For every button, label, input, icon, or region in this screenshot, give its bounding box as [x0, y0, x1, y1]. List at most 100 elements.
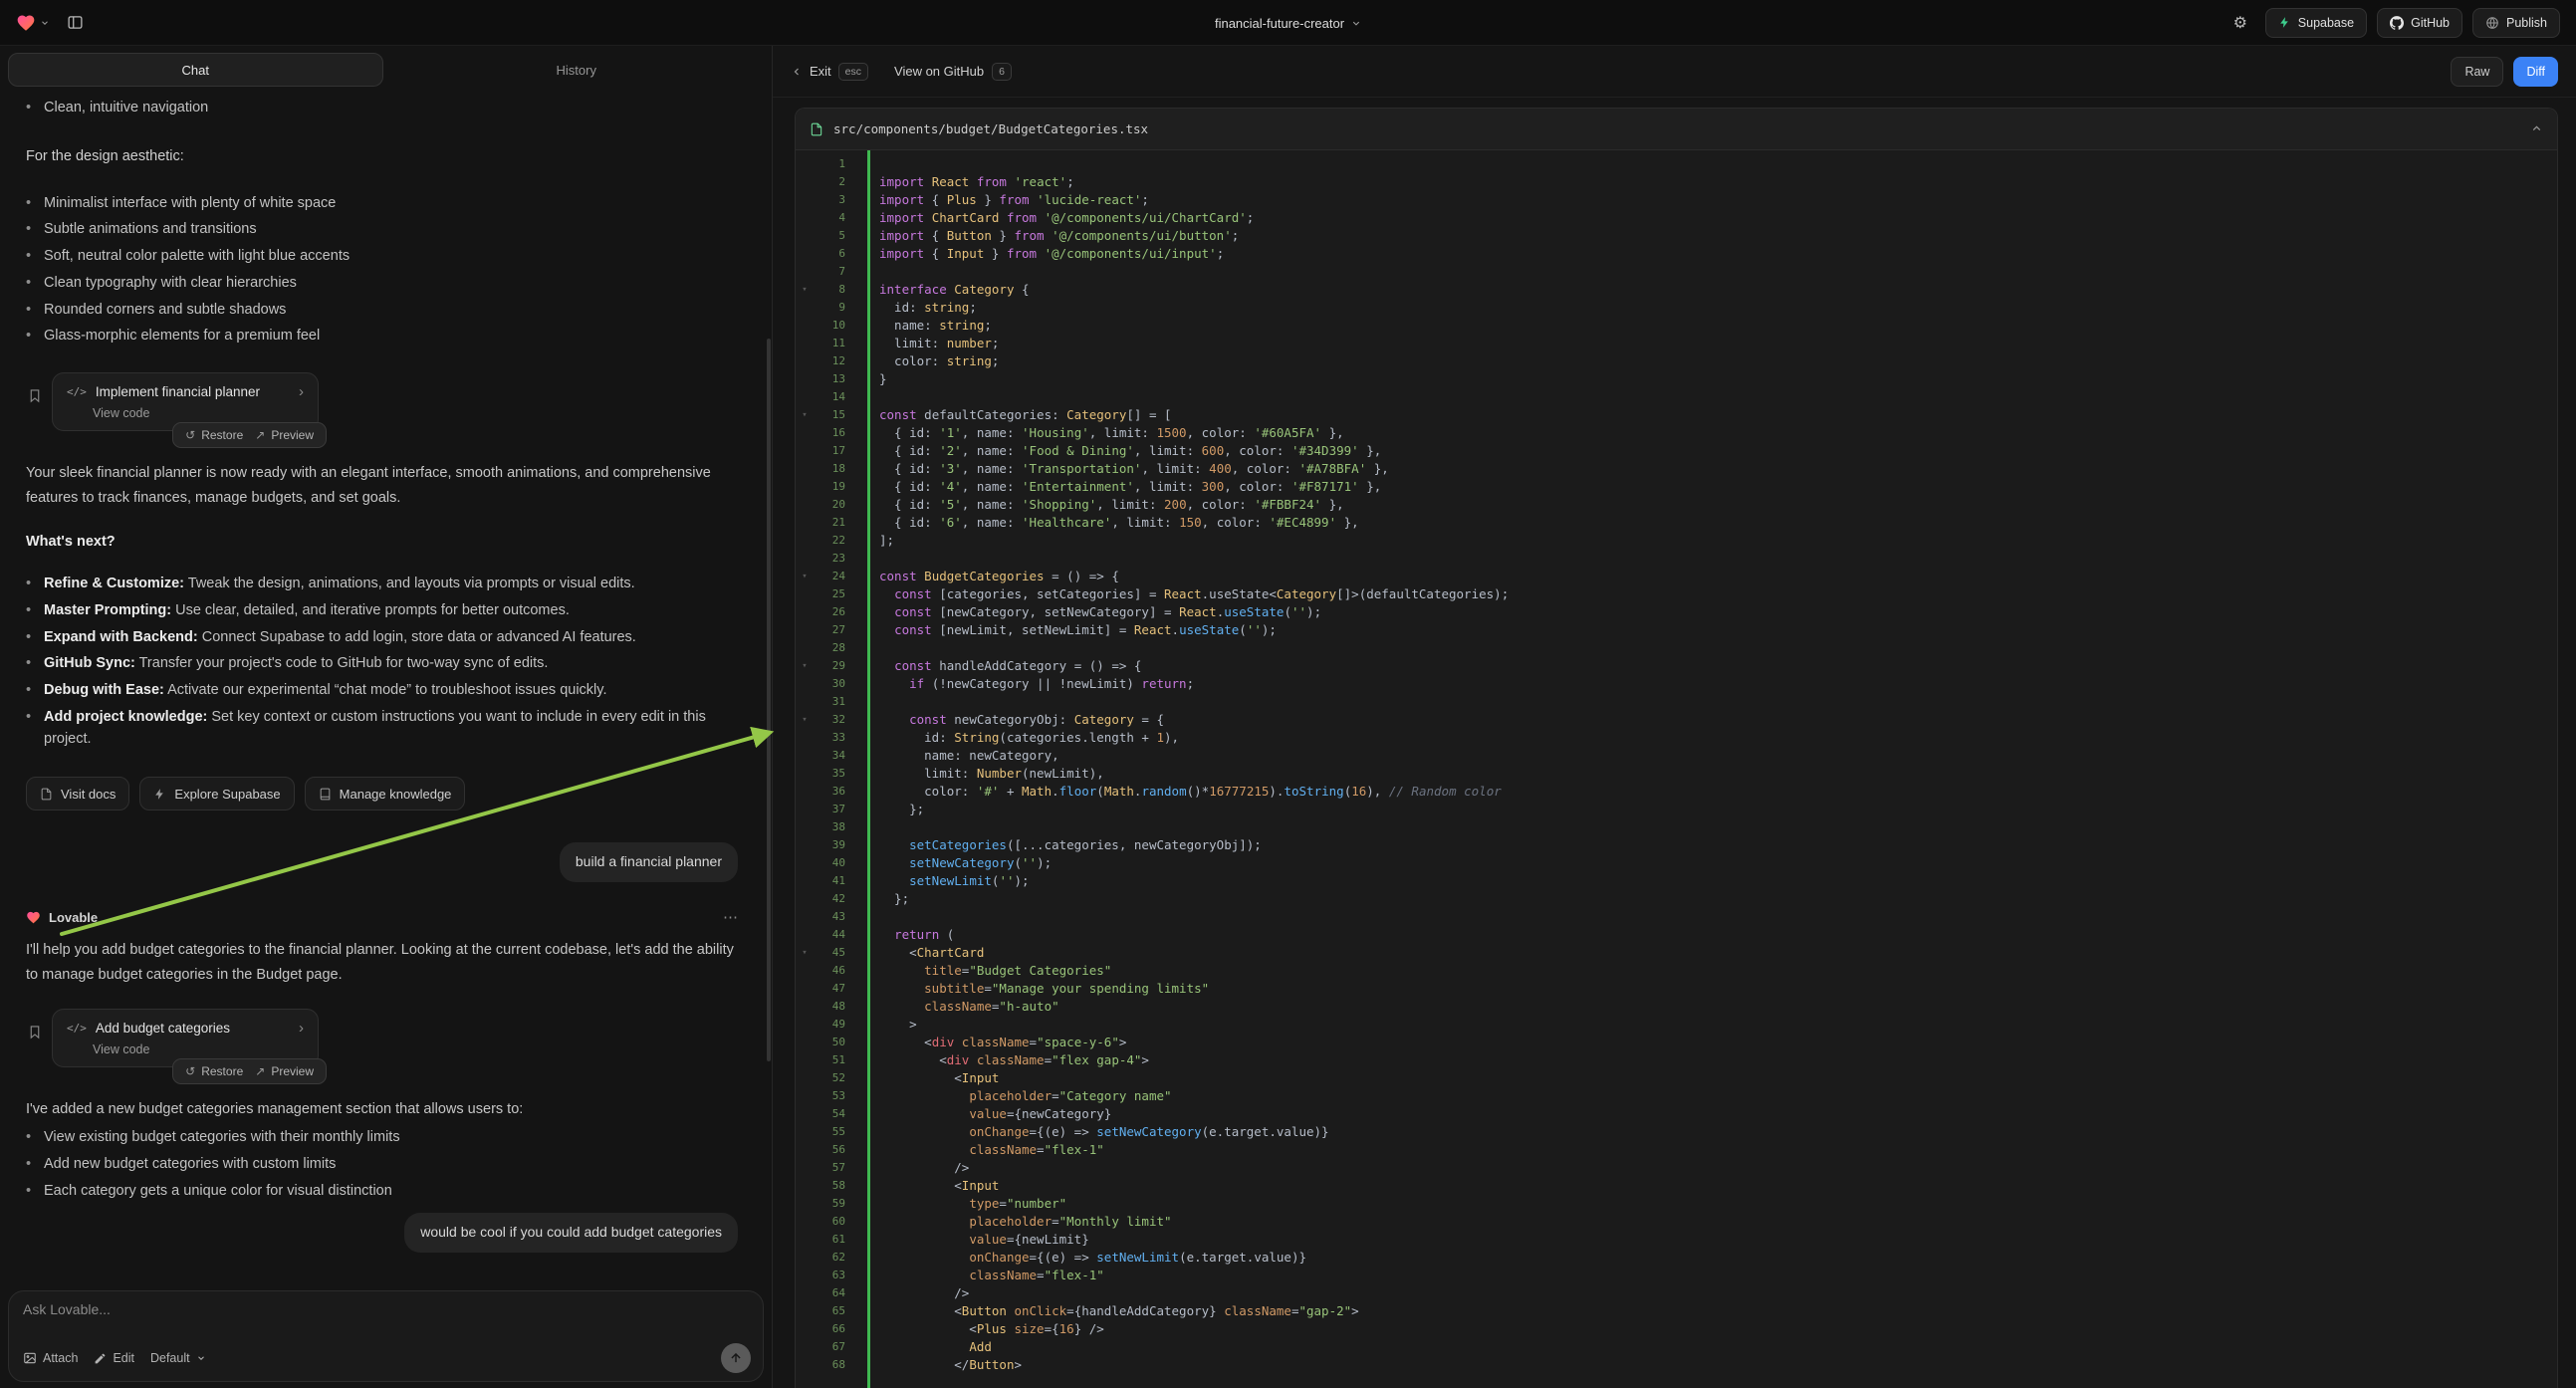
fold-chevron-icon — [796, 818, 814, 836]
lovable-heart-icon — [16, 13, 36, 33]
preview-button[interactable]: ↗Preview — [255, 428, 314, 442]
diff-toggle-button[interactable]: Diff — [2513, 57, 2558, 87]
github-button[interactable]: GitHub — [2377, 8, 2462, 38]
prompt-input[interactable] — [23, 1301, 751, 1343]
fold-chevron-icon — [796, 890, 814, 908]
whats-next-heading: What's next? — [26, 530, 738, 555]
line-number: 56 — [814, 1141, 857, 1159]
chat-history-tabs: Chat History — [0, 46, 772, 94]
line-number: 33 — [814, 729, 857, 747]
restore-button[interactable]: ↺Restore — [185, 428, 243, 442]
bookmark-icon[interactable] — [26, 1025, 44, 1040]
tab-history[interactable]: History — [389, 53, 765, 87]
code-text: <div className="flex gap-4"> — [857, 1051, 1149, 1069]
explore-supabase-button[interactable]: Explore Supabase — [139, 777, 294, 810]
code-line: 37 }; — [796, 801, 2557, 818]
code-text: ]; — [857, 532, 894, 550]
bookmark-icon[interactable] — [26, 388, 44, 403]
app-window: financial-future-creator ⚙ Supabase GitH… — [0, 0, 2576, 1388]
fold-chevron-icon[interactable]: ▾ — [796, 944, 814, 962]
chevron-down-icon — [196, 1353, 206, 1363]
code-line: 42 }; — [796, 890, 2557, 908]
code-line: 31 — [796, 693, 2557, 711]
fold-chevron-icon — [796, 693, 814, 711]
panel-toggle-icon — [67, 14, 84, 31]
exit-button[interactable]: Exit esc — [791, 63, 868, 81]
fold-chevron-icon[interactable]: ▾ — [796, 281, 814, 299]
view-on-github-link[interactable]: View on GitHub 6 — [894, 63, 1012, 81]
visit-docs-button[interactable]: Visit docs — [26, 777, 129, 810]
code-line: 35 limit: Number(newLimit), — [796, 765, 2557, 783]
code-text: <ChartCard — [857, 944, 984, 962]
chevron-down-icon — [1350, 18, 1361, 29]
code-text: const [categories, setCategories] = Reac… — [857, 585, 1509, 603]
line-number: 43 — [814, 908, 857, 926]
code-text: } — [857, 370, 887, 388]
fold-chevron-icon — [796, 926, 814, 944]
workspace-menu-button[interactable] — [16, 13, 50, 33]
publish-button[interactable]: Publish — [2472, 8, 2560, 38]
fold-chevron-icon[interactable]: ▾ — [796, 711, 814, 729]
top-bar: financial-future-creator ⚙ Supabase GitH… — [0, 0, 2576, 46]
chat-scrollbar-thumb[interactable] — [767, 339, 771, 1061]
assistant-response-intro: I'll help you add budget categories to t… — [26, 938, 738, 989]
fold-chevron-icon — [796, 155, 814, 173]
line-number: 36 — [814, 783, 857, 801]
view-code-link[interactable]: View code — [93, 406, 149, 420]
line-number: 34 — [814, 747, 857, 765]
line-number: 5 — [814, 227, 857, 245]
code-line: 40 setNewCategory(''); — [796, 854, 2557, 872]
manage-knowledge-button[interactable]: Manage knowledge — [305, 777, 466, 810]
code-text: color: '#' + Math.floor(Math.random()*16… — [857, 783, 1502, 801]
code-text: className="flex-1" — [857, 1141, 1104, 1159]
fold-chevron-icon — [796, 1177, 814, 1195]
line-number: 15 — [814, 406, 857, 424]
fold-chevron-icon — [796, 317, 814, 335]
code-line: 46 title="Budget Categories" — [796, 962, 2557, 980]
fold-chevron-icon[interactable]: ▾ — [796, 568, 814, 585]
fold-chevron-icon — [796, 1356, 814, 1374]
bullet-dot: • — [26, 1181, 44, 1203]
fold-chevron-icon — [796, 585, 814, 603]
toggle-sidebar-button[interactable] — [60, 8, 90, 38]
attach-button[interactable]: Attach — [23, 1351, 78, 1365]
line-number: 25 — [814, 585, 857, 603]
code-line: 26 const [newCategory, setNewCategory] =… — [796, 603, 2557, 621]
arrow-up-icon — [729, 1351, 743, 1365]
line-number: 22 — [814, 532, 857, 550]
fold-chevron-icon — [796, 1069, 814, 1087]
code-text: setCategories([...categories, newCategor… — [857, 836, 1262, 854]
edit-button[interactable]: Edit — [94, 1351, 134, 1365]
message-options-button[interactable]: ⋯ — [723, 908, 738, 926]
fold-chevron-icon[interactable]: ▾ — [796, 406, 814, 424]
code-line: 68 </Button> — [796, 1356, 2557, 1374]
send-button[interactable] — [721, 1343, 751, 1373]
chat-scroll-area[interactable]: •Clean, intuitive navigation For the des… — [0, 94, 772, 1288]
project-name-dropdown[interactable]: financial-future-creator — [1215, 16, 1361, 31]
settings-button[interactable]: ⚙ — [2225, 8, 2255, 38]
mode-selector[interactable]: Default — [150, 1351, 206, 1365]
fold-chevron-icon — [796, 1141, 814, 1159]
code-line: ▾15const defaultCategories: Category[] =… — [796, 406, 2557, 424]
fold-chevron-icon — [796, 1034, 814, 1051]
code-line: 10 name: string; — [796, 317, 2557, 335]
raw-toggle-button[interactable]: Raw — [2451, 57, 2503, 87]
code-line: 64 /> — [796, 1284, 2557, 1302]
code-text: id: string; — [857, 299, 977, 317]
collapse-file-button[interactable] — [2530, 122, 2543, 135]
fold-chevron-icon — [796, 1249, 814, 1267]
pencil-icon — [94, 1352, 107, 1365]
tab-chat[interactable]: Chat — [8, 53, 383, 87]
code-line: 62 onChange={(e) => setNewLimit(e.target… — [796, 1249, 2557, 1267]
code-line: 18 { id: '3', name: 'Transportation', li… — [796, 460, 2557, 478]
code-line: 57 /> — [796, 1159, 2557, 1177]
line-number: 24 — [814, 568, 857, 585]
restore-button[interactable]: ↺Restore — [185, 1064, 243, 1078]
fold-chevron-icon[interactable]: ▾ — [796, 657, 814, 675]
design-bullet-list: •Minimalist interface with plenty of whi… — [26, 188, 738, 353]
code-editor-area[interactable]: 12import React from 'react';3import { Pl… — [796, 150, 2557, 1388]
view-code-link[interactable]: View code — [93, 1042, 149, 1056]
preview-button[interactable]: ↗Preview — [255, 1064, 314, 1078]
esc-key-badge: esc — [838, 63, 868, 81]
supabase-button[interactable]: Supabase — [2265, 8, 2367, 38]
